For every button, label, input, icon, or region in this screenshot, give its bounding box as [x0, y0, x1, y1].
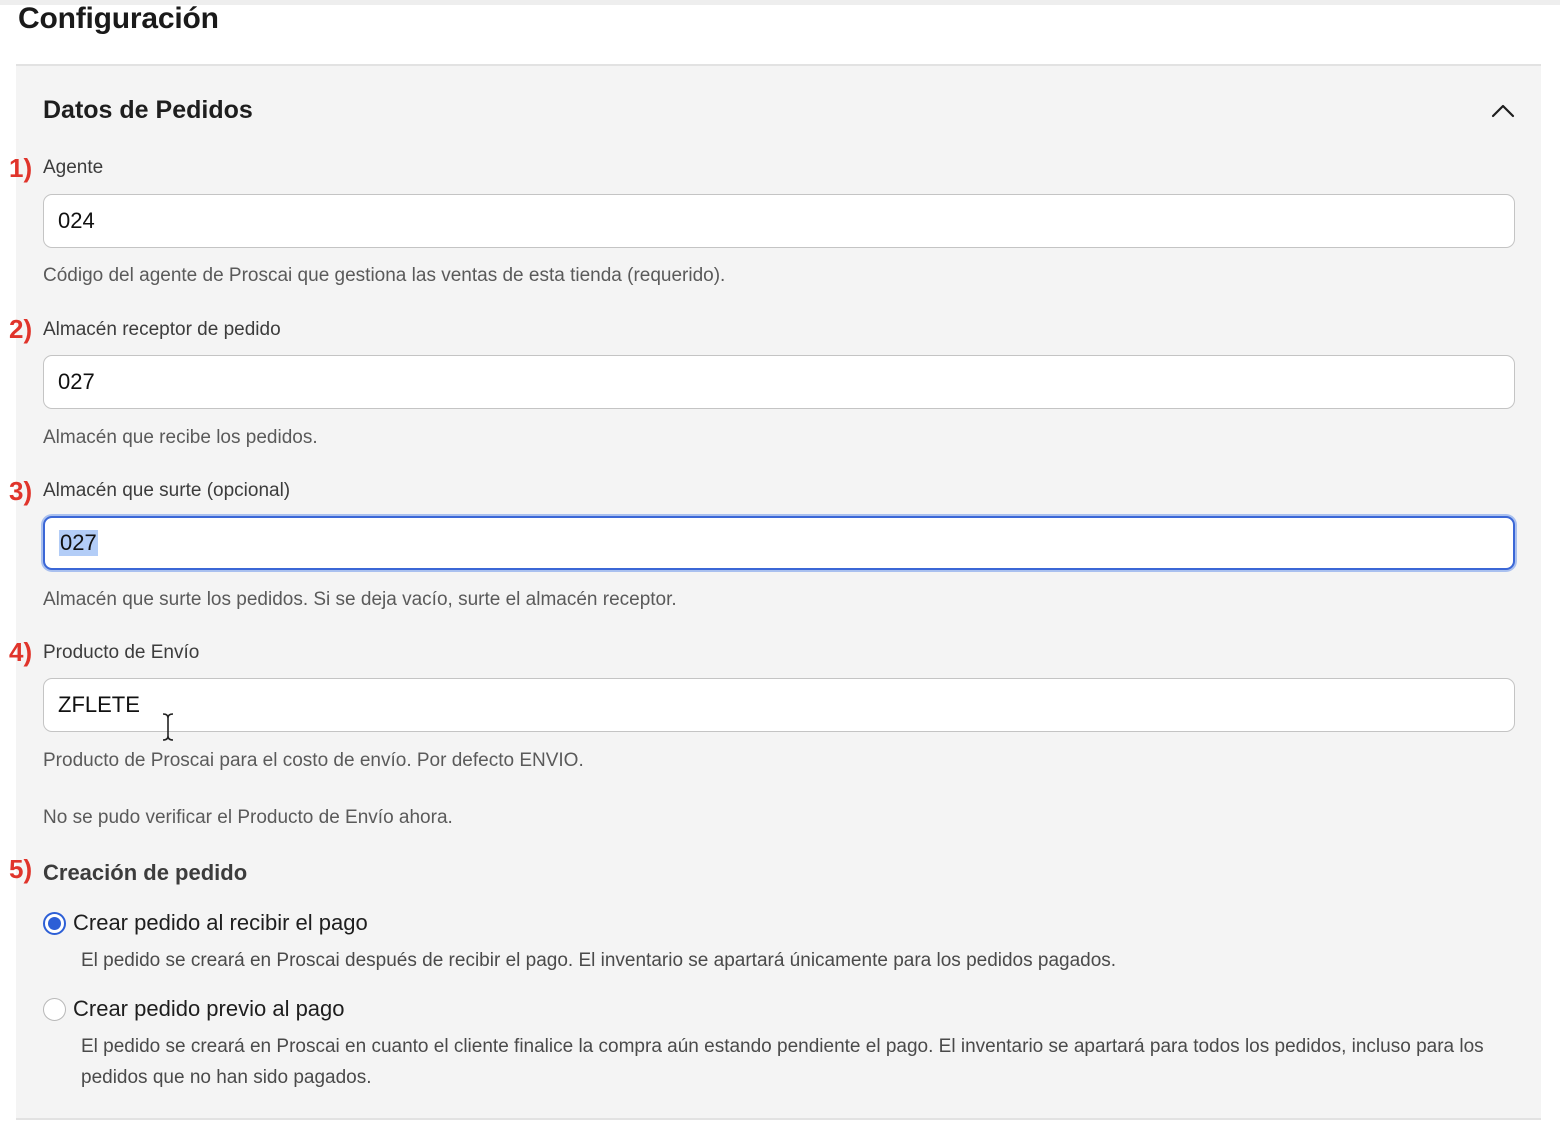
- producto-envio-label: Producto de Envío: [43, 642, 200, 663]
- agente-label: Agente: [43, 157, 104, 178]
- agente-help: Código del agente de Proscai que gestion…: [43, 265, 726, 286]
- annotation-marker: 4): [9, 637, 33, 667]
- radio-description: El pedido se creará en Proscai en cuanto…: [81, 1036, 1484, 1088]
- annotation-marker: 2): [9, 314, 33, 344]
- text-cursor-icon: [162, 713, 174, 741]
- almacen-surte-input-value: 027: [59, 530, 98, 556]
- almacen-receptor-label: Almacén receptor de pedido: [43, 319, 281, 340]
- section-title: Datos de Pedidos: [43, 96, 253, 124]
- annotation-marker: 3): [9, 476, 33, 506]
- radio-option-recibir-pago[interactable]: Crear pedido al recibir el pago: [43, 910, 368, 936]
- producto-envio-input-value: ZFLETE: [58, 692, 140, 717]
- annotation-marker: 1): [9, 153, 33, 183]
- radio-description: El pedido se creará en Proscai después d…: [81, 950, 1117, 971]
- top-strip: [0, 0, 1560, 5]
- collapse-section-button[interactable]: [1486, 96, 1520, 126]
- agente-input-value: 024: [58, 208, 95, 233]
- almacen-receptor-input[interactable]: 027: [43, 355, 1515, 409]
- radio-label: Crear pedido previo al pago: [73, 996, 345, 1021]
- chevron-up-icon: [1491, 104, 1515, 118]
- radio-label: Crear pedido al recibir el pago: [73, 910, 368, 935]
- radio-button-unchecked[interactable]: [43, 997, 66, 1021]
- producto-envio-input[interactable]: ZFLETE: [43, 678, 1515, 732]
- almacen-receptor-help: Almacén que recibe los pedidos.: [43, 427, 318, 448]
- creacion-title: Creación de pedido: [43, 860, 248, 885]
- almacen-surte-label: Almacén que surte (opcional): [43, 480, 291, 501]
- almacen-surte-input[interactable]: 027: [43, 516, 1515, 570]
- producto-envio-warning: No se pudo verificar el Producto de Enví…: [43, 807, 453, 828]
- almacen-receptor-input-value: 027: [58, 369, 95, 394]
- producto-envio-help: Producto de Proscai para el costo de env…: [43, 750, 584, 771]
- almacen-surte-help: Almacén que surte los pedidos. Si se dej…: [43, 589, 677, 610]
- radio-button-checked[interactable]: [43, 911, 66, 935]
- annotation-marker: 5): [9, 854, 33, 884]
- radio-option-previo-pago[interactable]: Crear pedido previo al pago: [43, 996, 345, 1022]
- agente-input[interactable]: 024: [43, 194, 1515, 248]
- page-title: Configuración: [18, 2, 219, 35]
